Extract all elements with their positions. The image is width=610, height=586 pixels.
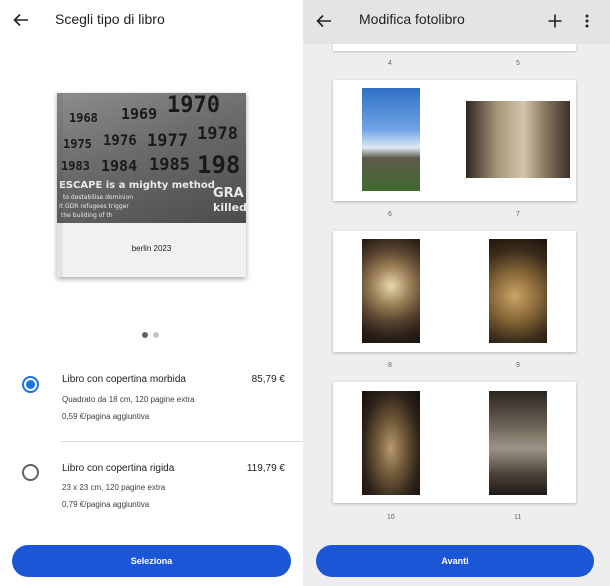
carousel-indicator[interactable] [142,332,159,338]
option-price: 85,79 € [251,374,285,385]
wall-text: to destabilise dominion [63,194,134,201]
select-button[interactable]: Seleziona [12,545,291,577]
radio-button-selected[interactable] [22,376,39,393]
photo-altar[interactable] [362,391,420,495]
wall-year: 1975 [63,137,92,151]
option-softcover[interactable]: Libro con copertina morbida 85,79 € Quad… [0,364,303,444]
photo-museum-lawn[interactable] [362,88,420,191]
next-button[interactable]: Avanti [316,545,594,577]
photo-dome[interactable] [362,239,420,343]
page-number: 7 [516,211,520,218]
option-detail: Quadrato da 18 cm, 120 pagine extra [62,395,195,404]
wall-year: 1976 [103,133,137,149]
carousel-dot[interactable] [153,332,159,338]
photo-cathedral-interior[interactable] [466,101,570,178]
spread-8-9[interactable] [333,231,576,352]
page-title: Scegli tipo di libro [55,11,165,27]
wall-text: killed [213,201,246,214]
page-number: 11 [514,514,522,521]
option-name: Libro con copertina rigida [62,463,175,474]
option-extra-page-price: 0,59 €/pagina aggiuntiva [62,412,150,421]
option-extra-page-price: 0,79 €/pagina aggiuntiva [62,500,150,509]
more-vertical-icon [585,14,589,28]
arrow-left-icon [316,14,331,28]
wall-text: the building of th [61,212,113,219]
spread-10-11[interactable] [333,382,576,503]
spread-4-5[interactable] [333,44,576,51]
photo-golden-statue[interactable] [489,239,547,343]
page-title: Modifica fotolibro [359,11,465,27]
back-button[interactable] [313,10,335,32]
carousel-dot-active[interactable] [142,332,148,338]
page-number: 4 [388,60,392,67]
book-cover-preview: 1970 1969 1968 1978 1977 1976 1975 198 1… [57,93,246,277]
top-app-bar: Scegli tipo di libro [0,0,303,40]
plus-icon [548,14,562,28]
option-name: Libro con copertina morbida [62,374,186,385]
edit-photobook-screen: Modifica fotolibro 4 5 6 7 8 9 10 11 Ava… [303,0,610,586]
add-button[interactable] [544,10,566,32]
wall-year: 1969 [121,105,158,123]
wall-year: 1984 [101,157,138,175]
option-price: 119,79 € [246,463,285,474]
cover-title: berlin 2023 [131,244,172,253]
page-number: 9 [516,362,520,369]
more-options-button[interactable] [576,10,598,32]
wall-year: 1977 [147,131,188,151]
option-detail: 23 x 23 cm, 120 pagine extra [62,483,166,492]
photo-organ[interactable] [489,391,547,495]
top-app-bar: Modifica fotolibro [303,0,610,44]
wall-text: It GDR refugees trigger [59,203,129,210]
book-type-screen: Scegli tipo di libro 1970 1969 1968 1978… [0,0,303,586]
back-button[interactable] [10,9,32,31]
page-number: 5 [516,60,520,67]
wall-year: 198 [197,151,241,179]
wall-year: 1978 [197,124,238,144]
spread-6-7[interactable] [333,80,576,201]
page-number: 8 [388,362,392,369]
wall-text: ESCAPE is a mighty method [59,180,215,191]
screens: Scegli tipo di libro 1970 1969 1968 1978… [0,0,610,586]
wall-year: 1983 [61,159,90,173]
cover-photo: 1970 1969 1968 1978 1977 1976 1975 198 1… [57,93,246,223]
wall-year: 1968 [69,111,98,125]
radio-button[interactable] [22,464,39,481]
page-number: 10 [387,514,395,521]
page-number: 6 [388,211,392,218]
bottom-bar: Seleziona [0,530,303,586]
wall-year: 1970 [167,93,220,118]
bottom-bar: Avanti [303,530,610,586]
wall-year: 1985 [149,155,190,175]
arrow-left-icon [13,13,28,27]
wall-text: GRA [213,186,244,201]
divider [60,441,303,442]
option-hardcover[interactable]: Libro con copertina rigida 119,79 € 23 x… [0,452,303,532]
